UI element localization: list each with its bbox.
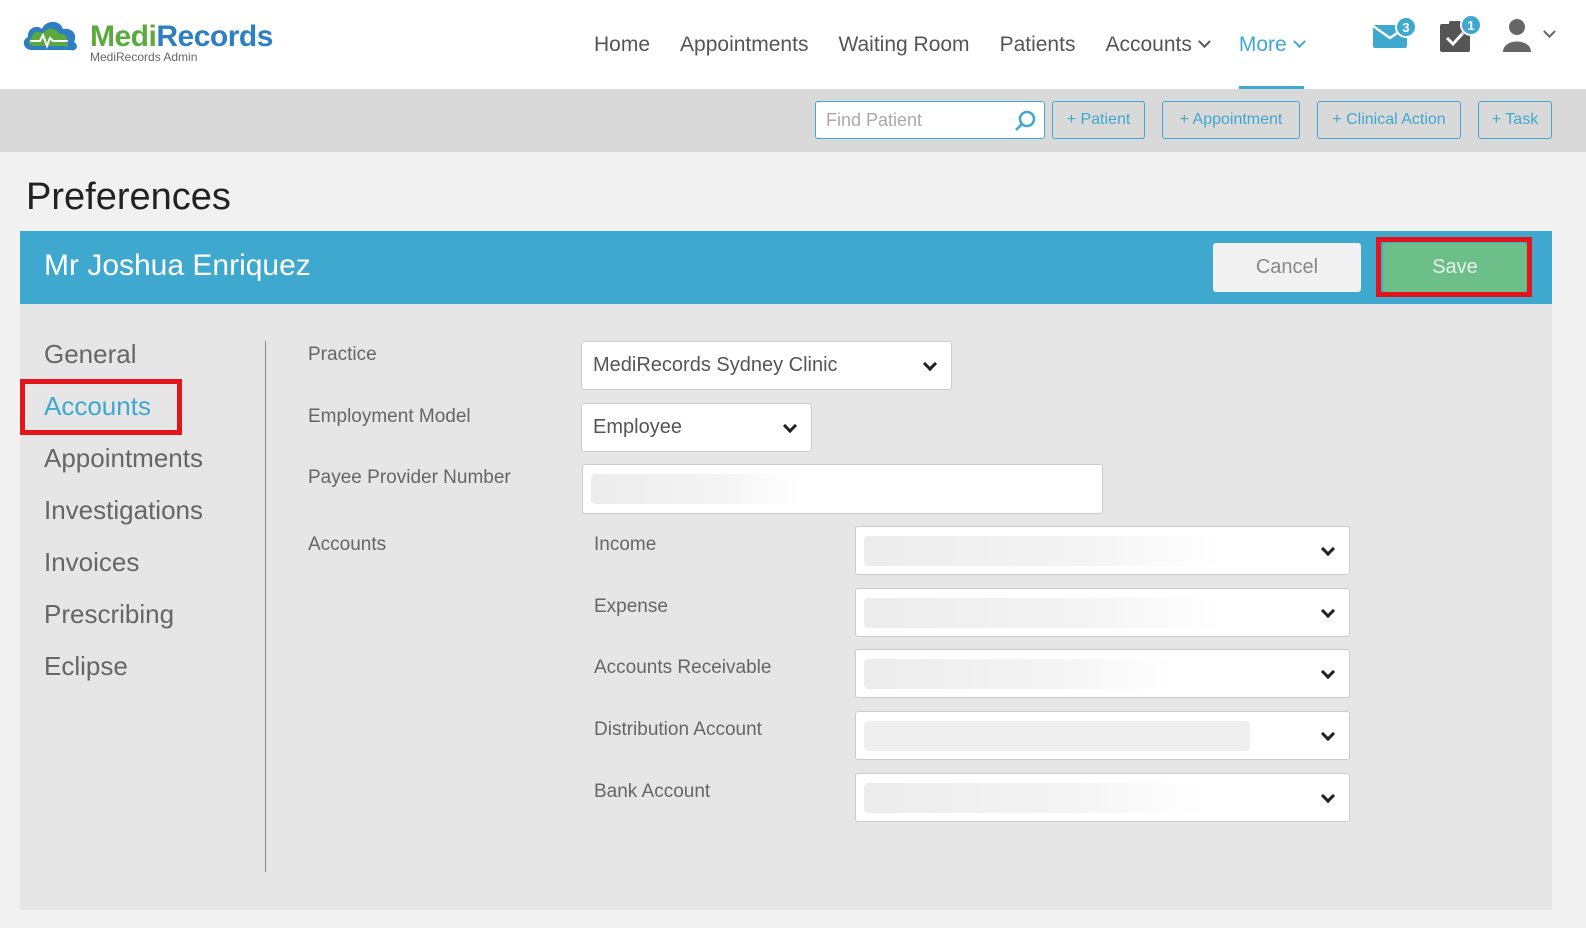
- nav-waiting-room[interactable]: Waiting Room: [838, 0, 969, 89]
- messages-badge: 3: [1395, 16, 1417, 38]
- add-patient-button[interactable]: + Patient: [1052, 101, 1145, 139]
- preferences-body: General Accounts Appointments Investigat…: [20, 304, 1552, 910]
- add-appointment-button[interactable]: + Appointment: [1162, 101, 1300, 139]
- employment-model-label: Employment Model: [308, 406, 471, 427]
- redacted-value: [591, 474, 801, 504]
- preferences-header: Mr Joshua Enriquez Cancel Save: [20, 231, 1552, 304]
- sidebar-item-invoices[interactable]: Invoices: [44, 546, 203, 598]
- sidebar-item-eclipse[interactable]: Eclipse: [44, 650, 203, 702]
- payee-provider-number-field[interactable]: [582, 464, 1103, 514]
- nav-accounts[interactable]: Accounts: [1105, 0, 1211, 89]
- chevron-down-icon: [1543, 25, 1556, 39]
- top-nav: MediRecords MediRecords Admin Home Appoi…: [0, 0, 1586, 89]
- redacted-value: [864, 721, 1250, 751]
- chevron-down-icon: [1320, 788, 1336, 803]
- user-menu[interactable]: [1503, 18, 1556, 57]
- accounts-highlight-box: [20, 379, 182, 435]
- income-account-select[interactable]: [855, 526, 1350, 575]
- redacted-value: [864, 783, 1204, 813]
- cancel-button[interactable]: Cancel: [1213, 243, 1361, 292]
- redacted-value: [864, 598, 1224, 628]
- sidebar-divider: [265, 341, 266, 872]
- find-patient-box: [815, 101, 1045, 139]
- nav-home[interactable]: Home: [594, 0, 650, 89]
- find-patient-input[interactable]: [816, 102, 1006, 138]
- accounts-receivable-select[interactable]: [855, 649, 1350, 698]
- chevron-down-icon: [1320, 664, 1336, 679]
- search-icon[interactable]: [1014, 110, 1036, 132]
- add-clinical-action-button[interactable]: + Clinical Action: [1317, 101, 1461, 139]
- chevron-down-icon: [782, 418, 798, 433]
- accounts-receivable-label: Accounts Receivable: [594, 657, 772, 678]
- chevron-down-icon: [1320, 726, 1336, 741]
- user-name: Mr Joshua Enriquez: [44, 249, 311, 282]
- distribution-account-select[interactable]: [855, 711, 1350, 760]
- expense-account-select[interactable]: [855, 588, 1350, 637]
- employment-model-select[interactable]: Employee: [581, 403, 812, 452]
- redacted-value: [864, 536, 1224, 566]
- chevron-down-icon: [1197, 35, 1211, 49]
- add-task-button[interactable]: + Task: [1478, 101, 1552, 139]
- practice-select[interactable]: MediRecords Sydney Clinic: [581, 341, 952, 390]
- messages-button[interactable]: 3: [1372, 16, 1417, 53]
- nav-appointments[interactable]: Appointments: [680, 0, 808, 89]
- save-button[interactable]: Save: [1383, 243, 1527, 292]
- bank-account-label: Bank Account: [594, 781, 711, 802]
- sidebar-item-investigations[interactable]: Investigations: [44, 494, 203, 546]
- nav-more[interactable]: More: [1238, 0, 1306, 89]
- quick-actions-toolbar: + Patient + Appointment + Clinical Actio…: [0, 89, 1586, 152]
- chevron-down-icon: [1292, 35, 1306, 49]
- user-icon: [1503, 19, 1531, 52]
- nav-patients[interactable]: Patients: [1000, 0, 1076, 89]
- tasks-badge: 1: [1460, 14, 1482, 36]
- chevron-down-icon: [922, 356, 938, 371]
- chevron-down-icon: [1320, 541, 1336, 556]
- distribution-account-label: Distribution Account: [594, 719, 762, 740]
- accounts-label: Accounts: [308, 534, 387, 555]
- employment-model-value: Employee: [593, 416, 682, 438]
- sidebar-item-prescribing[interactable]: Prescribing: [44, 598, 203, 650]
- expense-label: Expense: [594, 596, 668, 617]
- tasks-button[interactable]: 1: [1440, 14, 1482, 57]
- practice-label: Practice: [308, 344, 377, 365]
- redacted-value: [864, 659, 1174, 689]
- sidebar-item-appointments[interactable]: Appointments: [44, 442, 203, 494]
- brand-subtitle: MediRecords Admin: [90, 50, 198, 64]
- cloud-logo-icon: [23, 21, 77, 51]
- page-title: Preferences: [26, 176, 231, 218]
- payee-provider-number-label: Payee Provider Number: [308, 467, 511, 488]
- chevron-down-icon: [1320, 603, 1336, 618]
- logo[interactable]: MediRecords MediRecords Admin: [20, 14, 280, 70]
- main-nav: Home Appointments Waiting Room Patients …: [594, 0, 1334, 89]
- income-label: Income: [594, 534, 657, 555]
- bank-account-select[interactable]: [855, 773, 1350, 822]
- practice-value: MediRecords Sydney Clinic: [593, 354, 838, 376]
- brand-name: MediRecords: [90, 20, 273, 53]
